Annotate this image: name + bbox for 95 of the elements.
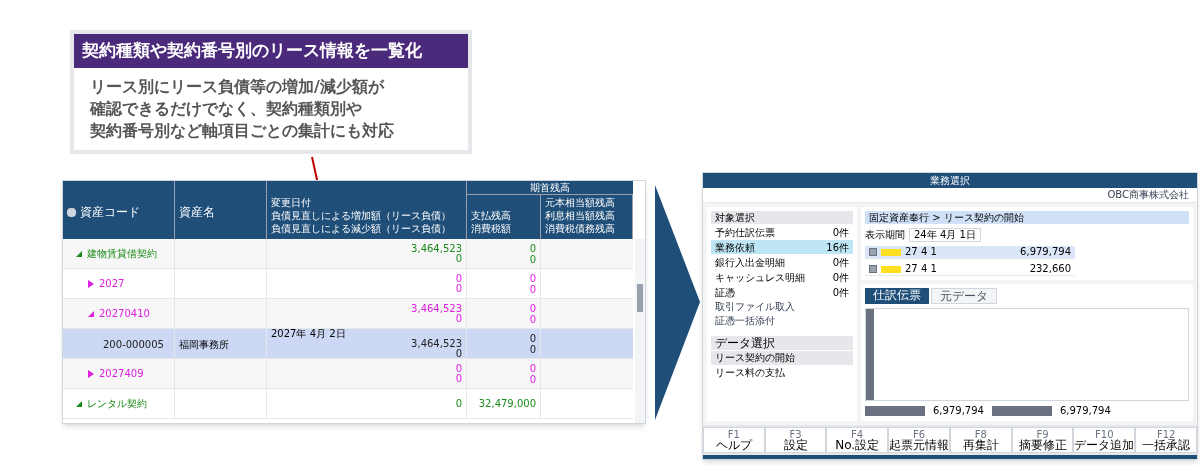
column-header: 負債見直しによる減少額（リース負債） [271, 222, 452, 235]
data-item[interactable]: リース契約の開始 [711, 351, 853, 365]
expanded-triangle-icon[interactable] [76, 250, 82, 257]
checkbox[interactable] [869, 265, 877, 273]
table-cell: 0 [455, 398, 462, 409]
status-tag [881, 265, 901, 273]
group-label[interactable]: 建物賃貸借契約 [87, 246, 157, 261]
table-row[interactable]: 建物賃貸借契約 3,464,523 0 0 0 [63, 239, 633, 269]
expanded-triangle-icon[interactable] [76, 400, 82, 407]
table-icon [67, 208, 76, 217]
table-cell-text: 200-000005 [103, 337, 164, 352]
total-amount: 6,979,794 [933, 405, 984, 417]
function-key-button[interactable]: F4 No.設定 [826, 427, 888, 453]
table-cell: 3,464,523 [411, 243, 462, 254]
table-cell: 32,479,000 [478, 398, 536, 409]
tab[interactable]: 仕訳伝票 [865, 288, 929, 304]
tab[interactable]: 元データ [931, 288, 997, 304]
callout-text: 確認できるだけでなく、契約種類別や [90, 97, 363, 120]
table-cell: 3,464,523 [411, 339, 462, 349]
target-item[interactable]: 銀行入出金明細 0件 [711, 255, 853, 269]
table-cell: 0 [529, 242, 536, 254]
total-label-bar [991, 406, 1052, 416]
group-label[interactable]: 20270410 [99, 306, 150, 321]
function-key-button[interactable]: F3 設定 [764, 427, 827, 453]
table-cell: 0 [529, 313, 536, 325]
column-header: 消費税債務残高 [545, 222, 616, 235]
table-cell: 0 [455, 373, 462, 384]
function-key-button[interactable]: F9 摘要修正 [1011, 427, 1074, 453]
column-header: 消費税額 [471, 222, 512, 235]
panel-heading: 対象選択 [711, 211, 853, 224]
function-key-button[interactable]: F8 再集計 [950, 427, 1012, 453]
field-label: 表示期間 [865, 229, 905, 241]
table-cell-text: 福岡事務所 [179, 337, 229, 352]
callout-text: 契約番号別など軸項目ごとの集計にも対応 [90, 119, 395, 142]
table-cell: 0 [529, 272, 536, 284]
window-title: 業務選択 [930, 175, 970, 186]
function-key-button[interactable]: F10 データ追加 [1073, 427, 1136, 453]
target-item[interactable]: 証憑 0件 [711, 285, 853, 299]
column-header: 負債見直しによる増加額（リース負債） [271, 209, 452, 222]
list-row[interactable]: 27 4 1 232,660 [865, 263, 1075, 276]
table-cell: 0 [529, 253, 536, 265]
side-link[interactable]: 証憑一括添付 [711, 314, 779, 327]
table-row[interactable]: 2027409 0 0 0 0 [63, 359, 633, 389]
table-cell: 3,464,523 [411, 303, 462, 314]
column-header: 変更日付 [271, 196, 312, 209]
status-tag [881, 248, 901, 256]
function-key-button[interactable]: F1 ヘルプ [703, 427, 765, 453]
panel-heading: データ選択 [711, 336, 853, 350]
group-label[interactable]: レンタル契約 [87, 396, 147, 411]
table-cell: 0 [455, 273, 462, 284]
table-cell: 0 [529, 302, 536, 314]
table-cell: 0 [529, 333, 536, 344]
table-cell: 0 [455, 363, 462, 374]
table-row[interactable]: 2027 0 0 0 0 [63, 269, 633, 299]
column-header: 支払残高 [471, 209, 512, 222]
table-row[interactable]: 20270410 3,464,523 0 0 0 [63, 299, 633, 329]
date-field[interactable]: 24年 4月 1日 [909, 228, 981, 242]
data-item[interactable]: リース料の支払 [711, 366, 853, 380]
scrollbar[interactable] [635, 239, 645, 423]
total-amount: 6,979,794 [1059, 405, 1111, 417]
table-cell: 0 [455, 313, 462, 324]
checkbox[interactable] [869, 248, 877, 256]
table-row[interactable]: レンタル契約 0 32,479,000 [63, 389, 633, 419]
collapsed-triangle-icon[interactable] [88, 279, 94, 288]
group-label[interactable]: 2027 [99, 276, 125, 291]
list-row[interactable]: 27 4 1 6,979,794 [865, 246, 1075, 259]
expanded-triangle-icon[interactable] [88, 310, 94, 317]
company-name: OBC商事株式会社 [1107, 190, 1189, 200]
group-header: 期首残高 [467, 181, 633, 195]
table-cell: 0 [529, 373, 536, 385]
function-key-button[interactable]: F12 一括承認 [1135, 427, 1197, 453]
total-label-bar [865, 406, 925, 416]
side-link[interactable]: 取引ファイル取入 [711, 300, 799, 313]
function-key-button[interactable]: F6 起票元情報 [888, 427, 950, 453]
column-header: 元本相当額残高 [545, 196, 616, 209]
table-cell: 0 [455, 349, 462, 359]
table-cell: 0 [529, 344, 536, 355]
breadcrumb: 固定資産奉行 > リース契約の開始 [865, 211, 1189, 224]
table-cell: 0 [529, 283, 536, 295]
target-item[interactable]: 業務依頼 16件 [711, 240, 853, 254]
column-header: 資産名 [179, 206, 216, 221]
table-cell: 0 [529, 362, 536, 374]
target-item[interactable]: キャッシュレス明細 0件 [711, 270, 853, 284]
column-header: 利息相当額残高 [545, 209, 616, 222]
group-label[interactable]: 2027409 [99, 366, 144, 381]
table-cell: 0 [455, 283, 462, 294]
table-cell: 0 [455, 253, 462, 264]
table-cell-text: 2027年 4月 2日 [270, 329, 346, 339]
column-header: 資産コード [80, 206, 140, 219]
target-item[interactable]: 予約仕訳伝票 0件 [711, 225, 853, 239]
collapsed-triangle-icon[interactable] [88, 369, 94, 378]
right-arrow-icon [655, 185, 700, 420]
callout-text: リース別にリース負債等の増加/減少額が [90, 75, 386, 98]
callout-title: 契約種類や契約番号別のリース情報を一覧化 [74, 34, 468, 68]
table-row[interactable]: 200-000005 福岡事務所 2027年 4月 2日 3,464,523 0 0 0 [63, 329, 633, 359]
